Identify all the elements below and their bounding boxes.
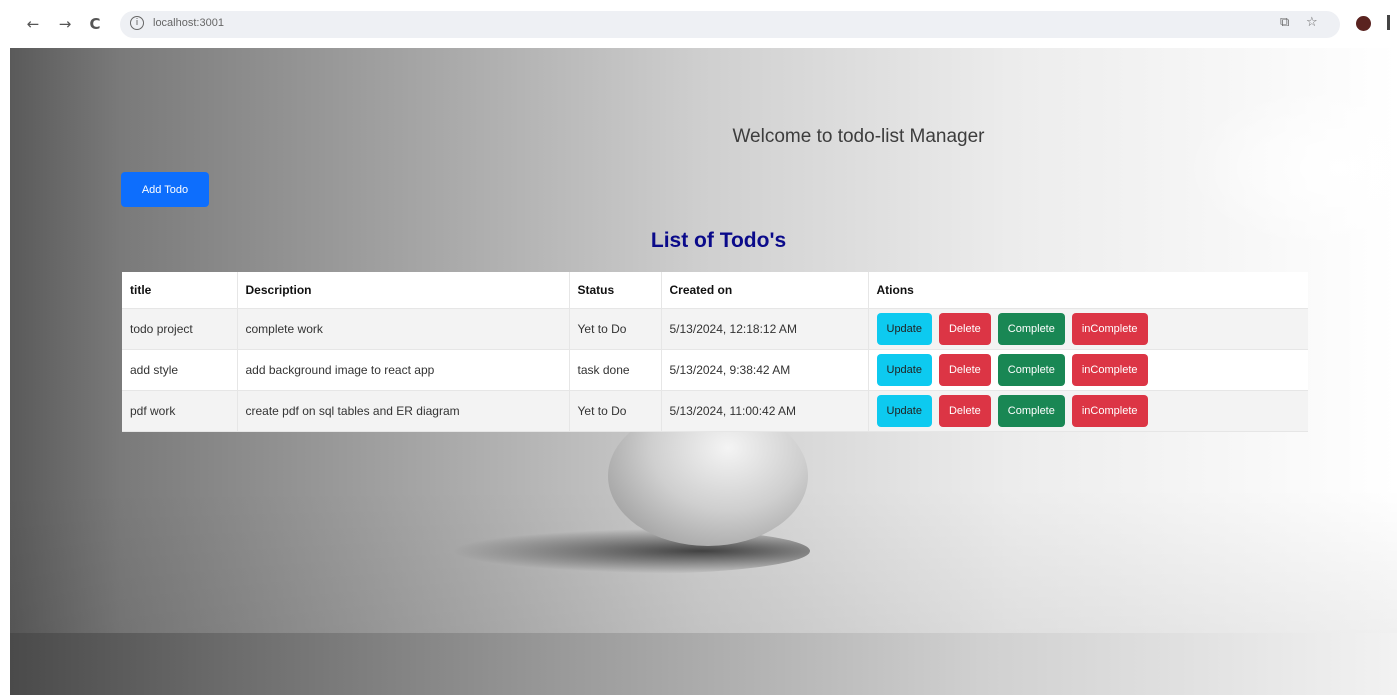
- incomplete-button[interactable]: inComplete: [1071, 395, 1148, 427]
- list-title: List of Todo's: [650, 229, 787, 252]
- site-info-icon[interactable]: i: [130, 16, 144, 30]
- cell-description: complete work: [237, 308, 570, 350]
- delete-button[interactable]: Delete: [938, 313, 991, 345]
- update-button[interactable]: Update: [876, 313, 932, 345]
- cell-description: add background image to react app: [237, 349, 570, 391]
- cell-status: task done: [569, 349, 662, 391]
- cell-actions: Update Delete Complete inComplete: [868, 349, 1308, 391]
- complete-button[interactable]: Complete: [997, 313, 1065, 345]
- table-row: pdf work create pdf on sql tables and ER…: [122, 390, 1308, 432]
- incomplete-button[interactable]: inComplete: [1071, 354, 1148, 386]
- page-content: Welcome to todo-list Manager Add Todo Li…: [10, 48, 1397, 695]
- update-button[interactable]: Update: [876, 354, 932, 386]
- update-button[interactable]: Update: [876, 395, 932, 427]
- cell-status: Yet to Do: [569, 308, 662, 350]
- header-actions: Ations: [868, 272, 1308, 309]
- cell-created: 5/13/2024, 12:18:12 AM: [661, 308, 869, 350]
- incomplete-button[interactable]: inComplete: [1071, 313, 1148, 345]
- welcome-heading: Welcome to todo-list Manager: [732, 126, 985, 147]
- header-title: title: [122, 272, 238, 309]
- url-text[interactable]: localhost:3001: [153, 17, 224, 29]
- cell-created: 5/13/2024, 9:38:42 AM: [661, 349, 869, 391]
- cell-title: todo project: [122, 308, 238, 350]
- table-row: todo project complete work Yet to Do 5/1…: [122, 308, 1308, 350]
- cell-description: create pdf on sql tables and ER diagram: [237, 390, 570, 432]
- background-bottom-band: [10, 633, 1397, 695]
- forward-icon[interactable]: →: [54, 13, 76, 35]
- complete-button[interactable]: Complete: [997, 395, 1065, 427]
- delete-button[interactable]: Delete: [938, 395, 991, 427]
- bookmark-star-icon[interactable]: ☆: [1306, 15, 1318, 30]
- cell-status: Yet to Do: [569, 390, 662, 432]
- todo-table: title Description Status Created on Atio…: [122, 272, 1308, 432]
- cast-icon[interactable]: ⧉: [1280, 15, 1289, 30]
- complete-button[interactable]: Complete: [997, 354, 1065, 386]
- header-description: Description: [237, 272, 570, 309]
- table-header-row: title Description Status Created on Atio…: [122, 272, 1308, 309]
- browser-toolbar: ← → C i localhost:3001 ⧉ ☆: [0, 0, 1397, 48]
- cell-actions: Update Delete Complete inComplete: [868, 390, 1308, 432]
- table-row: add style add background image to react …: [122, 349, 1308, 391]
- back-icon[interactable]: ←: [22, 13, 44, 35]
- cell-title: add style: [122, 349, 238, 391]
- header-created-on: Created on: [661, 272, 869, 309]
- cell-title: pdf work: [122, 390, 238, 432]
- cell-actions: Update Delete Complete inComplete: [868, 308, 1308, 350]
- cell-created: 5/13/2024, 11:00:42 AM: [661, 390, 869, 432]
- header-status: Status: [569, 272, 662, 309]
- delete-button[interactable]: Delete: [938, 354, 991, 386]
- profile-avatar[interactable]: [1356, 16, 1371, 31]
- add-todo-button[interactable]: Add Todo: [121, 172, 209, 207]
- browser-menu-icon[interactable]: [1387, 15, 1390, 30]
- address-bar[interactable]: i localhost:3001 ⧉ ☆: [120, 11, 1340, 38]
- reload-icon[interactable]: C: [84, 13, 106, 35]
